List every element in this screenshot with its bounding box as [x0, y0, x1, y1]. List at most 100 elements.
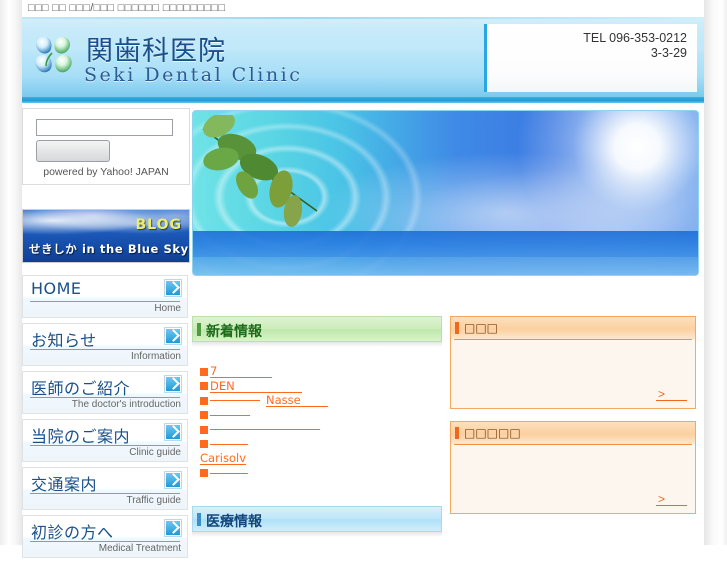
bullet-square-icon	[200, 396, 208, 405]
news-list-item[interactable]	[200, 408, 444, 423]
news-panel-title: 新着情報	[206, 324, 262, 340]
sidebar-item-label-jp: 交通案内	[31, 475, 98, 494]
page-frame: □□□ □□ □□□/□□□ □□□□□□ □□□□□□□□□ 関歯科医院 Se…	[0, 0, 727, 558]
info-panel-tick	[455, 322, 459, 334]
news-list: 7 DEN Nasse Carisolv	[200, 364, 444, 480]
news-item-link[interactable]: Carisolv	[200, 452, 247, 466]
news-item-link[interactable]	[210, 429, 320, 431]
news-item-link[interactable]	[210, 414, 250, 416]
main-content-column: 新着情報 7 DEN Nasse Carisolv	[192, 316, 442, 478]
blog-banner[interactable]: BLOG せきしか in the Blue Sky	[22, 209, 190, 263]
bullet-square-icon	[200, 440, 208, 449]
info-panel-title: □□□□□	[464, 426, 521, 440]
arrow-down-right-icon	[165, 472, 181, 488]
arrow-down-right-icon	[165, 520, 181, 536]
sidebar-item-label-jp: HOME	[31, 279, 82, 298]
right-column: □□□ > □□□□□ >	[450, 316, 696, 526]
news-item-link-secondary[interactable]: Nasse	[266, 394, 328, 408]
sidebar-item-medical-treatment[interactable]: 初診の方へ Medical Treatment	[22, 515, 188, 558]
bullet-square-icon	[200, 367, 208, 376]
arrow-down-right-icon	[165, 424, 181, 440]
sidebar-item-rule	[30, 493, 180, 494]
page-right-margin	[704, 0, 727, 545]
news-item-link[interactable]: DEN	[210, 380, 302, 393]
header-underline	[22, 97, 704, 103]
page-left-margin	[0, 0, 22, 545]
sidebar-item-information[interactable]: お知らせ Information	[22, 323, 188, 366]
sidebar-item-label-en: Clinic guide	[129, 447, 181, 458]
sidebar-item-label-jp: お知らせ	[31, 331, 97, 350]
sidebar-item-clinic-guide[interactable]: 当院のご案内 Clinic guide	[22, 419, 188, 462]
news-item-link[interactable]: 7	[210, 365, 272, 379]
news-list-item[interactable]: DEN	[200, 379, 444, 394]
sidebar-item-rule	[30, 541, 180, 542]
info-panel-more-link[interactable]: >	[655, 493, 687, 506]
sidebar-item-label-en: Home	[154, 303, 181, 314]
info-panel-title: □□□	[464, 321, 499, 335]
info-panel-rule	[454, 444, 692, 445]
bullet-square-icon	[200, 469, 208, 478]
info-panel-tick	[455, 427, 459, 439]
info-panel-rule	[454, 339, 692, 340]
news-item-link[interactable]	[210, 443, 248, 445]
sidebar-item-rule	[30, 397, 180, 398]
search-widget: powered by Yahoo! JAPAN	[22, 108, 190, 185]
arrow-down-right-icon	[165, 328, 181, 344]
blog-banner-title: せきしか in the Blue Sky	[29, 242, 189, 256]
sidebar-item-label-jp: 初診の方へ	[31, 523, 114, 542]
medical-panel-tick	[197, 513, 201, 526]
sidebar-item-label-jp: 医師のご紹介	[31, 379, 131, 398]
sidebar-nav: HOME Home お知らせ Information 医師のご紹介 The doctor'…	[22, 275, 188, 563]
news-list-item[interactable]: 7	[200, 364, 444, 379]
sidebar-item-label-en: The doctor's introduction	[71, 399, 181, 410]
sidebar-item-label-en: Traffic guide	[126, 495, 181, 506]
site-header: 関歯科医院 Seki Dental Clinic TEL 096-353-021…	[22, 19, 704, 97]
hero-lower-band	[193, 257, 698, 275]
hero-banner-image	[192, 110, 699, 276]
medical-panel-title: 医療情報	[206, 514, 262, 530]
top-strip-text: □□□ □□ □□□/□□□ □□□□□□ □□□□□□□□□	[28, 2, 226, 14]
logo-japanese-text: 関歯科医院	[86, 36, 226, 67]
news-item-link[interactable]	[210, 472, 248, 474]
news-list-item[interactable]	[200, 437, 444, 452]
logo-english-text: Seki Dental Clinic	[84, 64, 303, 86]
sidebar-item-traffic-guide[interactable]: 交通案内 Traffic guide	[22, 467, 188, 510]
search-provider-credit: powered by Yahoo! JAPAN	[43, 166, 169, 178]
news-panel-header: 新着情報	[192, 316, 442, 342]
medical-panel-header: 医療情報	[192, 506, 442, 532]
blog-badge-label: BLOG	[135, 217, 182, 233]
sidebar-item-rule	[30, 349, 180, 350]
sidebar-item-home[interactable]: HOME Home	[22, 275, 188, 318]
address-line: 3-3-29	[650, 46, 687, 60]
bullet-square-icon	[200, 411, 208, 420]
news-panel-shadow	[192, 342, 442, 347]
medical-panel-shadow	[192, 532, 442, 537]
contact-panel: TEL 096-353-0212 3-3-29	[484, 24, 697, 92]
sidebar-item-the-doctor-s-introduction[interactable]: 医師のご紹介 The doctor's introduction	[22, 371, 188, 414]
bullet-square-icon	[200, 382, 208, 391]
news-list-item[interactable]: Nasse	[200, 393, 444, 408]
search-button[interactable]	[36, 140, 110, 162]
sidebar-item-rule	[30, 301, 180, 302]
clover-logo-icon	[35, 37, 72, 73]
sidebar: powered by Yahoo! JAPAN BLOG せきしか in the…	[22, 108, 190, 558]
news-item-link[interactable]	[210, 400, 260, 402]
telephone-number: TEL 096-353-0212	[583, 31, 687, 45]
news-list-item[interactable]	[200, 466, 444, 481]
news-panel-tick	[197, 323, 201, 336]
arrow-down-right-icon	[165, 376, 181, 392]
top-strip: □□□ □□ □□□/□□□ □□□□□□ □□□□□□□□□	[22, 0, 704, 18]
medical-info-section: 医療情報	[192, 506, 442, 537]
bullet-square-icon	[200, 425, 208, 434]
arrow-down-right-icon	[165, 280, 181, 296]
info-panel: □□□ >	[450, 316, 696, 409]
info-panel-more-link[interactable]: >	[655, 388, 687, 401]
news-list-item[interactable]: Carisolv	[200, 451, 444, 466]
leaf-branch-icon	[202, 115, 318, 227]
news-list-item[interactable]	[200, 422, 444, 437]
info-panel: □□□□□ >	[450, 421, 696, 514]
site-logo[interactable]: 関歯科医院 Seki Dental Clinic	[34, 27, 334, 89]
sidebar-item-rule	[30, 445, 180, 446]
sidebar-item-label-en: Information	[130, 351, 181, 362]
search-input[interactable]	[36, 119, 173, 136]
